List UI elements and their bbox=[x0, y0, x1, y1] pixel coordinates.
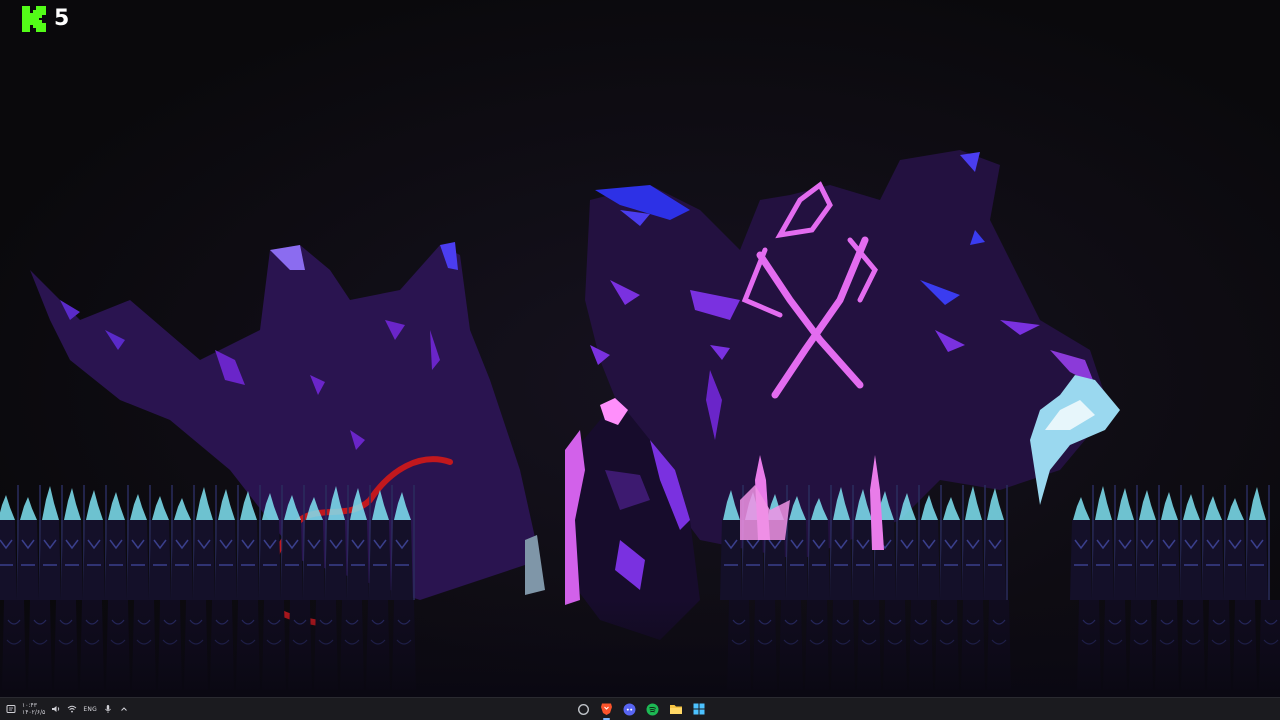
battle-scene bbox=[0, 0, 1280, 697]
microphone-icon[interactable] bbox=[103, 704, 113, 714]
cortana-icon[interactable] bbox=[576, 702, 591, 717]
stream-badge: 5 bbox=[22, 6, 69, 32]
notification-icon[interactable] bbox=[6, 704, 16, 714]
kick-logo-icon bbox=[22, 6, 46, 32]
wifi-icon[interactable] bbox=[67, 704, 77, 714]
windows-start-icon[interactable] bbox=[691, 702, 706, 717]
clock[interactable]: ۱۰:۴۳ ۱۴۰۲/۶/۵ bbox=[22, 702, 45, 716]
chevron-up-icon[interactable] bbox=[119, 704, 129, 714]
brave-browser-icon[interactable] bbox=[599, 702, 614, 720]
volume-icon[interactable] bbox=[51, 704, 61, 714]
windows-taskbar: ۱۰:۴۳ ۱۴۰۲/۶/۵ ENG bbox=[0, 697, 1280, 720]
system-tray: ۱۰:۴۳ ۱۴۰۲/۶/۵ ENG bbox=[6, 698, 129, 720]
discord-icon[interactable] bbox=[622, 702, 637, 717]
game-view[interactable]: 5 bbox=[0, 0, 1280, 697]
spotify-icon[interactable] bbox=[645, 702, 660, 717]
clock-date: ۱۴۰۲/۶/۵ bbox=[22, 709, 46, 716]
clock-time: ۱۰:۴۳ bbox=[22, 702, 37, 709]
file-explorer-icon[interactable] bbox=[668, 702, 683, 717]
pinned-apps bbox=[576, 698, 706, 720]
input-language[interactable]: ENG bbox=[83, 706, 97, 713]
viewer-count: 5 bbox=[54, 6, 70, 31]
